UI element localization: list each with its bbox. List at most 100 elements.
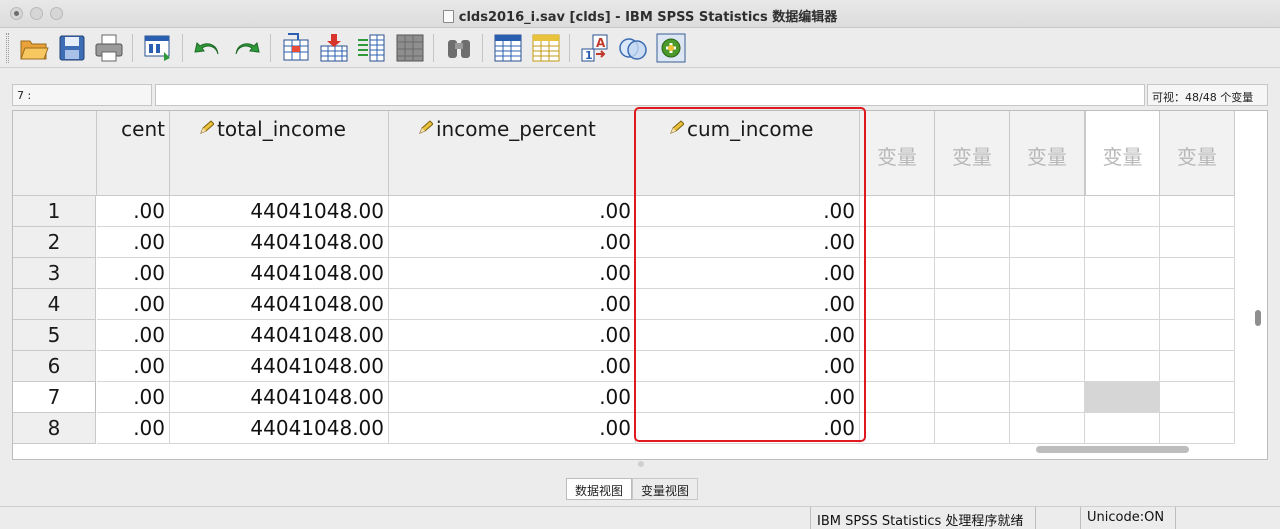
toolbar-grip[interactable]	[6, 33, 9, 63]
empty-cell[interactable]	[935, 320, 1010, 351]
column-header-empty[interactable]: 变量	[1010, 111, 1085, 196]
empty-cell[interactable]	[1160, 289, 1235, 320]
empty-cell[interactable]	[1085, 320, 1160, 351]
empty-cell[interactable]	[1010, 196, 1085, 227]
empty-cell[interactable]	[1160, 351, 1235, 382]
data-cell[interactable]: .00	[389, 413, 636, 444]
use-sets-icon[interactable]	[617, 32, 649, 64]
row-header[interactable]: 3	[13, 258, 96, 289]
column-header-empty[interactable]: 变量	[860, 111, 935, 196]
empty-cell[interactable]	[1160, 196, 1235, 227]
empty-cell[interactable]	[1160, 227, 1235, 258]
data-cell[interactable]: .00	[97, 320, 170, 351]
empty-cell[interactable]	[935, 227, 1010, 258]
insert-case-icon[interactable]	[492, 32, 524, 64]
column-header-empty[interactable]: 变量	[935, 111, 1010, 196]
empty-cell[interactable]	[1010, 382, 1085, 413]
empty-cell[interactable]	[1010, 227, 1085, 258]
empty-cell[interactable]	[860, 320, 935, 351]
data-cell[interactable]: 44041048.00	[170, 351, 389, 382]
spelling-icon[interactable]	[655, 32, 687, 64]
empty-cell[interactable]	[1010, 320, 1085, 351]
empty-cell[interactable]	[935, 382, 1010, 413]
data-cell[interactable]: 44041048.00	[170, 258, 389, 289]
row-header[interactable]: 4	[13, 289, 96, 320]
data-cell[interactable]: .00	[636, 258, 860, 289]
row-header[interactable]: 6	[13, 351, 96, 382]
split-file-icon[interactable]	[394, 32, 426, 64]
empty-cell[interactable]	[1085, 196, 1160, 227]
data-cell[interactable]: .00	[636, 227, 860, 258]
insert-variable-icon[interactable]	[530, 32, 562, 64]
empty-cell[interactable]	[935, 258, 1010, 289]
empty-cell[interactable]	[1160, 413, 1235, 444]
active-cell[interactable]	[1085, 382, 1160, 413]
column-header-cent[interactable]: cent	[97, 111, 170, 196]
empty-cell[interactable]	[1010, 413, 1085, 444]
data-cell[interactable]: .00	[97, 351, 170, 382]
column-header-income-percent[interactable]: income_percent	[389, 111, 636, 196]
vertical-scroll-thumb[interactable]	[1255, 310, 1261, 326]
goto-variable-icon[interactable]	[318, 32, 350, 64]
column-header-empty-selected[interactable]: 变量	[1085, 111, 1160, 196]
data-cell[interactable]: .00	[97, 413, 170, 444]
data-cell[interactable]: .00	[636, 196, 860, 227]
dialog-recall-icon[interactable]	[142, 32, 174, 64]
data-cell[interactable]: 44041048.00	[170, 289, 389, 320]
empty-cell[interactable]	[1010, 289, 1085, 320]
splitter-grip[interactable]	[638, 461, 644, 467]
empty-cell[interactable]	[1160, 320, 1235, 351]
grid-corner[interactable]	[13, 111, 97, 196]
cell-value-editor[interactable]	[155, 84, 1145, 106]
data-cell[interactable]: .00	[389, 289, 636, 320]
empty-cell[interactable]	[1160, 382, 1235, 413]
undo-icon[interactable]	[192, 32, 224, 64]
data-cell[interactable]: .00	[636, 413, 860, 444]
data-cell[interactable]: .00	[389, 227, 636, 258]
vertical-scrollbar[interactable]	[1253, 306, 1263, 459]
empty-cell[interactable]	[1010, 258, 1085, 289]
find-icon[interactable]	[443, 32, 475, 64]
data-cell[interactable]: .00	[97, 227, 170, 258]
empty-cell[interactable]	[935, 196, 1010, 227]
data-cell[interactable]: .00	[636, 382, 860, 413]
empty-cell[interactable]	[935, 289, 1010, 320]
goto-case-icon[interactable]	[280, 32, 312, 64]
empty-cell[interactable]	[1085, 258, 1160, 289]
column-header-total-income[interactable]: total_income	[170, 111, 389, 196]
data-cell[interactable]: .00	[636, 320, 860, 351]
empty-cell[interactable]	[860, 196, 935, 227]
empty-cell[interactable]	[1085, 413, 1160, 444]
value-labels-icon[interactable]: A 1	[579, 32, 611, 64]
column-header-empty[interactable]: 变量	[1160, 111, 1235, 196]
empty-cell[interactable]	[935, 351, 1010, 382]
data-cell[interactable]: 44041048.00	[170, 227, 389, 258]
row-header[interactable]: 1	[13, 196, 96, 227]
empty-cell[interactable]	[860, 227, 935, 258]
empty-cell[interactable]	[860, 351, 935, 382]
empty-cell[interactable]	[1010, 351, 1085, 382]
data-cell[interactable]: .00	[389, 196, 636, 227]
print-icon[interactable]	[93, 32, 125, 64]
data-cell[interactable]: .00	[389, 320, 636, 351]
empty-cell[interactable]	[1085, 289, 1160, 320]
save-icon[interactable]	[56, 32, 88, 64]
data-cell[interactable]: 44041048.00	[170, 320, 389, 351]
row-header[interactable]: 8	[13, 413, 96, 444]
data-cell[interactable]: .00	[636, 289, 860, 320]
empty-cell[interactable]	[1085, 227, 1160, 258]
data-cell[interactable]: .00	[636, 351, 860, 382]
empty-cell[interactable]	[1160, 258, 1235, 289]
empty-cell[interactable]	[860, 289, 935, 320]
redo-icon[interactable]	[230, 32, 262, 64]
horizontal-scrollbar[interactable]	[1036, 446, 1189, 453]
data-cell[interactable]: 44041048.00	[170, 382, 389, 413]
data-cell[interactable]: .00	[389, 382, 636, 413]
empty-cell[interactable]	[860, 413, 935, 444]
row-header[interactable]: 7	[13, 382, 96, 413]
data-cell[interactable]: 44041048.00	[170, 413, 389, 444]
data-cell[interactable]: .00	[97, 382, 170, 413]
data-cell[interactable]: .00	[97, 196, 170, 227]
tab-variable-view[interactable]: 变量视图	[632, 478, 699, 500]
data-cell[interactable]: .00	[389, 351, 636, 382]
